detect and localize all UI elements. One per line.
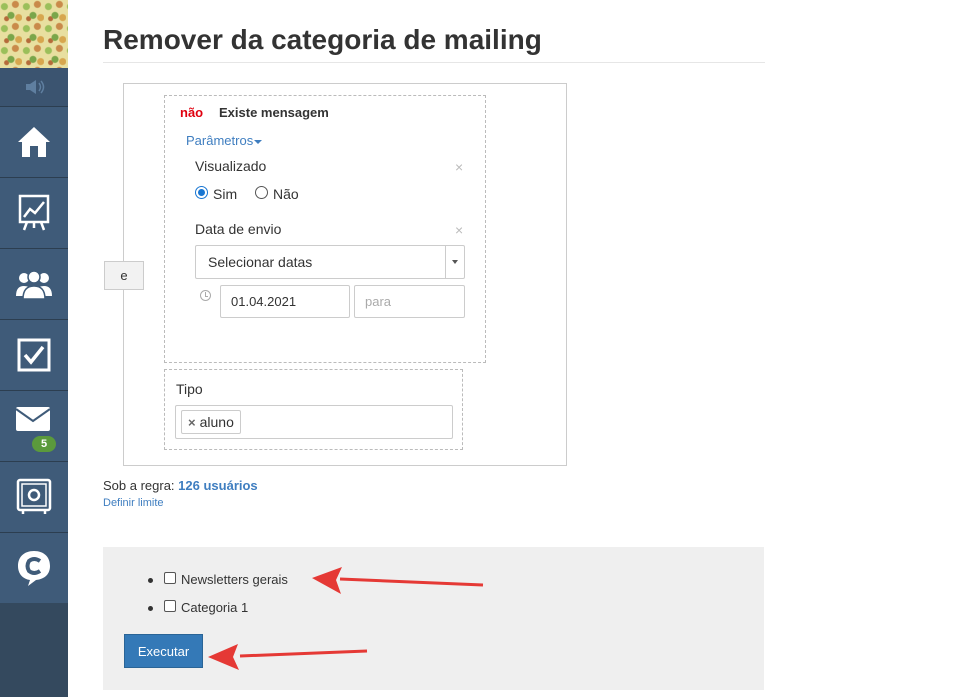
tipo-tag: × aluno (181, 410, 241, 434)
radio-viewed-yes-label: Sim (213, 186, 238, 202)
mail-icon (15, 407, 51, 431)
page-title: Remover da categoria de mailing (103, 24, 542, 55)
date-range-select[interactable]: Selecionar datas (195, 245, 465, 279)
safe-icon (16, 478, 52, 514)
announcements-toggle[interactable] (0, 68, 68, 106)
title-divider (103, 62, 765, 63)
category-label-1: Categoria 1 (181, 600, 249, 615)
execute-button[interactable]: Executar (124, 634, 203, 668)
checkbox-category-newsletters[interactable] (164, 572, 176, 584)
viewed-label: Visualizado (195, 158, 267, 174)
chat-icon (18, 551, 50, 586)
sidebar-item-safe[interactable] (0, 461, 68, 532)
select-arrow-icon (445, 246, 464, 278)
sidebar-item-mailing[interactable]: 5 (0, 390, 68, 461)
sidebar-item-chat[interactable] (0, 532, 68, 603)
radio-viewed-no-label: Não (273, 186, 299, 202)
sidebar-item-contacts[interactable] (0, 248, 68, 319)
checkbox-category-1[interactable] (164, 600, 176, 612)
join-operator-button[interactable]: e (104, 261, 144, 290)
rule-user-count[interactable]: 126 usuários (178, 478, 258, 493)
remove-tag-icon[interactable]: × (188, 415, 196, 430)
params-dropdown-link[interactable]: Parâmetros (186, 133, 263, 148)
send-date-label: Data de envio (195, 221, 282, 237)
app-logo[interactable] (0, 0, 68, 68)
date-from-input[interactable]: 01.04.2021 (220, 285, 350, 318)
home-icon (18, 127, 50, 157)
condition-title: Existe mensagem (219, 105, 329, 120)
sidebar-item-home[interactable] (0, 106, 68, 177)
category-panel (103, 547, 764, 690)
radio-viewed-no[interactable] (255, 186, 268, 199)
date-to-input[interactable]: para (354, 285, 465, 318)
users-icon (16, 270, 52, 300)
mail-count-badge: 5 (30, 434, 58, 454)
tasks-icon (17, 338, 51, 372)
list-bullet (148, 606, 153, 611)
negation-toggle[interactable]: não (180, 105, 203, 120)
params-link-label: Parâmetros (186, 133, 254, 148)
chart-icon (18, 194, 50, 231)
set-limit-link[interactable]: Definir limite (103, 497, 164, 509)
rule-summary-prefix: Sob a regra: (103, 478, 175, 493)
clock-icon (200, 290, 211, 301)
sidebar-item-analytics[interactable] (0, 177, 68, 248)
radio-viewed-yes[interactable] (195, 186, 208, 199)
rule-summary: Sob a regra: 126 usuários (103, 478, 258, 493)
list-bullet (148, 578, 153, 583)
speaker-icon (26, 80, 45, 94)
caret-down-icon (254, 139, 263, 144)
remove-viewed-icon[interactable]: × (455, 159, 463, 175)
tipo-tag-label: aluno (199, 414, 234, 430)
date-range-select-value: Selecionar datas (208, 254, 313, 270)
tipo-label: Tipo (176, 381, 203, 397)
remove-send-date-icon[interactable]: × (455, 222, 463, 238)
category-label-newsletters: Newsletters gerais (181, 572, 288, 587)
sidebar-item-tasks[interactable] (0, 319, 68, 390)
sidebar: 5 (0, 0, 68, 697)
